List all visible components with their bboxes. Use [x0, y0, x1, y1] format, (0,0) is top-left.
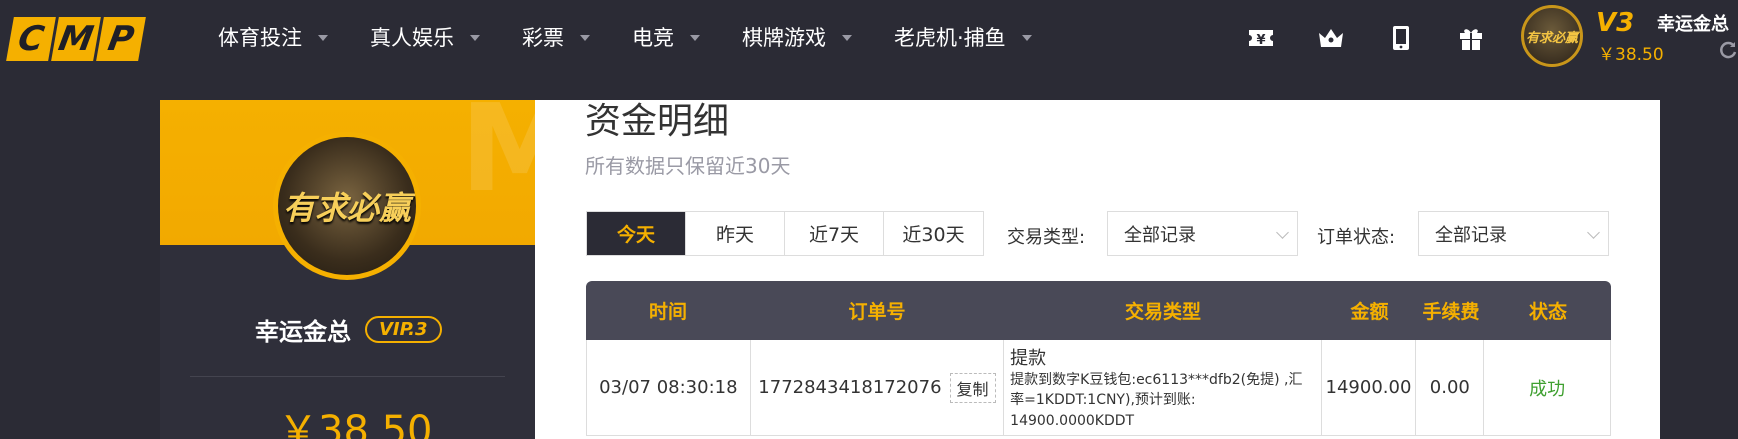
chevron-down-icon: [1587, 226, 1600, 239]
chevron-down-icon: [470, 35, 480, 41]
transaction-type-label: 交易类型:: [1007, 227, 1086, 248]
table-header: 时间 订单号 交易类型 金额 手续费 状态: [586, 281, 1611, 340]
page-subtitle: 所有数据只保留近30天: [585, 154, 791, 178]
profile-panel: M 有求必赢 幸运金总 VIP.3 ￥38.50: [160, 100, 535, 439]
header-username[interactable]: 幸运金总: [1657, 10, 1729, 36]
profile-balance: ￥38.50: [278, 408, 433, 439]
header-icon-group: ¥: [1243, 20, 1523, 56]
nav-item-live-casino[interactable]: 真人娱乐: [370, 22, 480, 52]
order-status-select[interactable]: 全部记录: [1418, 211, 1609, 256]
nav-item-esports[interactable]: 电竞: [632, 22, 700, 52]
gift-icon[interactable]: [1453, 20, 1489, 56]
column-header-status: 状态: [1528, 301, 1567, 323]
column-header-fee: 手续费: [1422, 301, 1480, 323]
table-row: 03/07 08:30:18 1772843418172076 复制 提款 提款…: [586, 340, 1611, 436]
nav-item-sports[interactable]: 体育投注: [218, 22, 328, 52]
profile-avatar: 有求必赢: [273, 132, 421, 280]
nav-item-lottery[interactable]: 彩票: [522, 22, 590, 52]
cell-amount: 14900.00: [1322, 340, 1417, 435]
tab-last-7-days[interactable]: 近7天: [785, 212, 884, 255]
column-header-order-no: 订单号: [848, 301, 906, 323]
chevron-down-icon: [318, 35, 328, 41]
transaction-type-title: 提款: [1010, 348, 1047, 370]
chevron-down-icon: [690, 35, 700, 41]
cell-transaction-type: 提款 提款到数字K豆钱包:ec6113***dfb2(免提) ,汇率=1KDDT…: [1004, 340, 1322, 435]
column-header-amount: 金额: [1350, 301, 1389, 323]
main-nav: 体育投注 真人娱乐 彩票 电竞 棋牌游戏 老虎机·捕鱼: [218, 22, 1074, 52]
status-badge: 成功: [1529, 378, 1566, 400]
transactions-table: 时间 订单号 交易类型 金额 手续费 状态 03/07 08:30:18 177…: [586, 281, 1611, 436]
tab-last-30-days[interactable]: 近30天: [884, 212, 983, 255]
profile-username: 幸运金总: [255, 318, 351, 346]
column-header-type: 交易类型: [1124, 301, 1201, 323]
chevron-down-icon: [580, 35, 590, 41]
vip-badge: VIP.3: [365, 316, 442, 343]
divider: [190, 376, 505, 377]
top-navbar: C M P 体育投注 真人娱乐 彩票 电竞 棋牌游戏 老虎机·捕鱼 ¥ 有求必赢…: [0, 0, 1738, 78]
chevron-down-icon: [1276, 226, 1289, 239]
transaction-type-detail: 提款到数字K豆钱包:ec6113***dfb2(免提) ,汇率=1KDDT:1C…: [1010, 372, 1303, 429]
tab-yesterday[interactable]: 昨天: [686, 212, 785, 255]
chevron-down-icon: [842, 35, 852, 41]
chevron-down-icon: [1021, 35, 1032, 41]
svg-text:¥: ¥: [1256, 33, 1265, 48]
nav-item-card-games[interactable]: 棋牌游戏: [742, 22, 852, 52]
copy-button[interactable]: 复制: [949, 372, 996, 403]
transaction-type-select[interactable]: 全部记录: [1107, 211, 1298, 256]
profile-name-row: 幸运金总 VIP.3: [255, 312, 442, 347]
cell-time: 03/07 08:30:18: [587, 340, 751, 435]
cell-fee: 0.00: [1416, 340, 1485, 435]
nav-item-slots-fishing[interactable]: 老虎机·捕鱼: [894, 22, 1032, 52]
crown-icon[interactable]: [1313, 20, 1349, 56]
tab-today[interactable]: 今天: [587, 212, 686, 255]
order-number: 1772843418172076: [758, 377, 942, 398]
order-status-label: 订单状态:: [1317, 227, 1396, 248]
cell-order-no: 1772843418172076 复制: [751, 340, 1005, 435]
header-balance: ￥38.50: [1598, 45, 1664, 65]
ticket-icon[interactable]: ¥: [1243, 20, 1279, 56]
column-header-time: 时间: [648, 301, 687, 323]
date-range-tabs: 今天 昨天 近7天 近30天: [586, 211, 984, 256]
fund-details-panel: 资金明细 所有数据只保留近30天 今天 昨天 近7天 近30天 交易类型: 全部…: [535, 100, 1660, 439]
avatar[interactable]: 有求必赢: [1521, 5, 1583, 67]
page-title: 资金明细: [585, 101, 730, 142]
tablet-icon[interactable]: [1383, 20, 1419, 56]
vip-level-badge: V3: [1596, 8, 1635, 38]
refresh-icon[interactable]: [1718, 40, 1738, 60]
logo[interactable]: C M P: [6, 17, 146, 61]
